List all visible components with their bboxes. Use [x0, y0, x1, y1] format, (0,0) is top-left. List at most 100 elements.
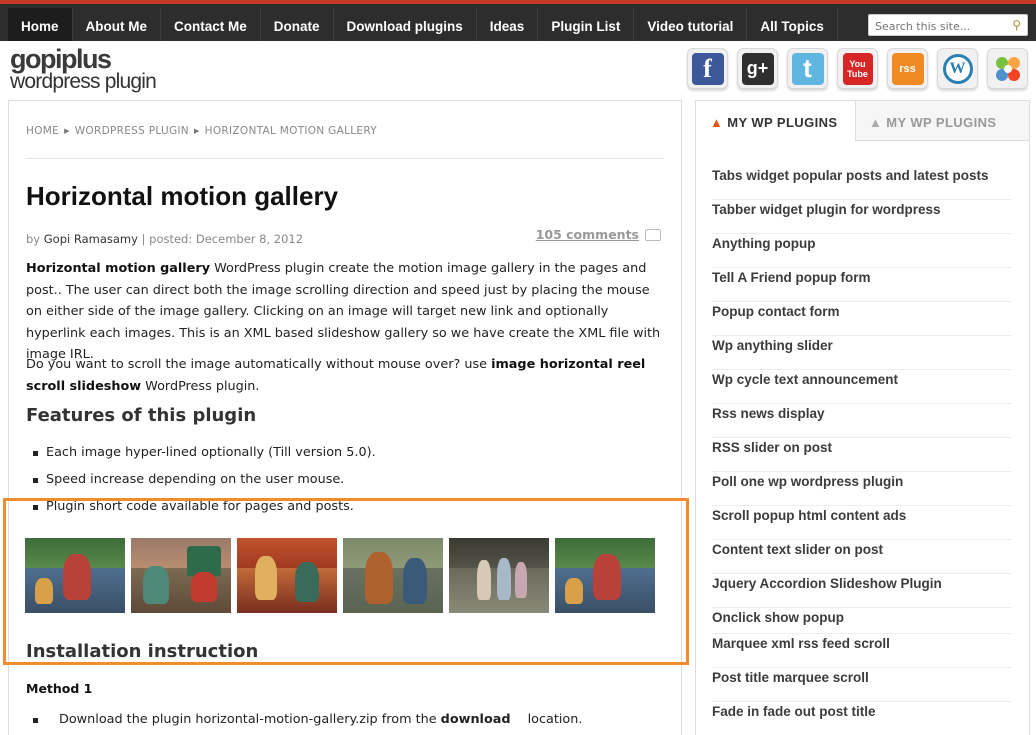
- tab-label: MY WP PLUGINS: [886, 115, 997, 130]
- p2-text-a: Do you want to scroll the image automati…: [26, 357, 492, 372]
- plugin-link[interactable]: Content text slider on post: [712, 540, 1012, 574]
- wordpress-icon[interactable]: W: [937, 48, 978, 89]
- download-link[interactable]: download: [441, 712, 511, 727]
- search-input[interactable]: [869, 16, 999, 37]
- youtube-glyph: You Tube: [842, 52, 873, 85]
- breadcrumb-wordpress-plugin[interactable]: WORDPRESS PLUGIN: [75, 125, 189, 137]
- nav-contact-me[interactable]: Contact Me: [161, 8, 261, 41]
- plugin-link[interactable]: Wp cycle text announcement: [712, 370, 1012, 404]
- step-text-a: Download the plugin horizontal-motion-ga…: [59, 712, 441, 727]
- twitter-glyph: t: [791, 52, 824, 85]
- plugin-link-label[interactable]: Tell A Friend popup form: [712, 270, 871, 285]
- joomla-glyph: [995, 56, 1020, 81]
- youtube-icon[interactable]: You Tube: [837, 48, 878, 89]
- divider: [26, 158, 664, 159]
- nav-ideas[interactable]: Ideas: [477, 8, 539, 41]
- intro-paragraph: Horizontal motion gallery WordPress plug…: [26, 258, 666, 366]
- plugin-link[interactable]: Fade in fade out post title: [712, 702, 1012, 735]
- plugin-link[interactable]: Jquery Accordion Slideshow Plugin: [712, 574, 1012, 608]
- plugin-link-label[interactable]: Scroll popup html content ads: [712, 508, 906, 523]
- search-box: ⚲: [868, 14, 1028, 37]
- plugin-link-label[interactable]: Wp cycle text announcement: [712, 372, 898, 387]
- page-title: Horizontal motion gallery: [26, 181, 339, 211]
- plugin-link-label[interactable]: Tabs widget popular posts and latest pos…: [712, 168, 989, 183]
- plugin-link[interactable]: Wp anything slider: [712, 336, 1012, 370]
- method-heading: Method 1: [26, 681, 93, 696]
- plugin-link-label[interactable]: Popup contact form: [712, 304, 840, 319]
- highlight-box: [3, 498, 689, 665]
- plugin-link[interactable]: Anything popup: [712, 234, 1012, 268]
- sidebar: ▲ MY WP PLUGINS ▲ MY WP PLUGINS Tabs widge…: [695, 100, 1030, 735]
- breadcrumb-arrow-icon: ▶: [193, 127, 200, 135]
- joomla-icon[interactable]: [987, 48, 1028, 89]
- features-heading: Features of this plugin: [26, 405, 257, 426]
- plugin-link-label[interactable]: Fade in fade out post title: [712, 704, 876, 719]
- plugin-link[interactable]: Tabber widget plugin for wordpress: [712, 200, 1012, 234]
- google-plus-icon[interactable]: g+: [737, 48, 778, 89]
- install-step: Download the plugin horizontal-motion-ga…: [33, 712, 582, 727]
- tab-my-wp-plugins[interactable]: ▲ MY WP PLUGINS: [856, 101, 1029, 141]
- site-logo[interactable]: gopiplus wordpress plugin: [10, 46, 180, 93]
- search-icon[interactable]: ⚲: [1012, 18, 1021, 32]
- plugin-link[interactable]: Scroll popup html content ads: [712, 506, 1012, 540]
- intro-bold: Horizontal motion gallery: [26, 261, 211, 276]
- plugin-link[interactable]: Tell A Friend popup form: [712, 268, 1012, 302]
- tab-label: MY WP PLUGINS: [727, 115, 838, 130]
- plugin-link-label[interactable]: RSS slider on post: [712, 440, 832, 455]
- nav-donate[interactable]: Donate: [261, 8, 334, 41]
- plugin-link[interactable]: Popup contact form: [712, 302, 1012, 336]
- plugin-link-label[interactable]: Anything popup: [712, 236, 815, 251]
- breadcrumb-home[interactable]: HOME: [26, 125, 59, 137]
- twitter-icon[interactable]: t: [787, 48, 828, 89]
- plugin-link[interactable]: Onclick show popup: [712, 608, 1012, 634]
- feature-item: Speed increase depending on the user mou…: [33, 472, 344, 487]
- logo-line-1: gopiplus: [10, 44, 112, 74]
- meta-by: by: [26, 232, 41, 246]
- feature-text: Speed increase depending on the user mou…: [46, 472, 345, 487]
- comments-link[interactable]: 105 comments: [536, 227, 661, 242]
- plugin-link-label[interactable]: Content text slider on post: [712, 542, 883, 557]
- step-text-b: location.: [523, 712, 583, 727]
- plugin-link-label[interactable]: Post title marquee scroll: [712, 670, 869, 685]
- rss-icon[interactable]: rss: [887, 48, 928, 89]
- wordpress-glyph: W: [942, 53, 973, 84]
- author-link[interactable]: Gopi Ramasamy: [44, 232, 138, 246]
- meta-posted: | posted: December 8, 2012: [141, 232, 304, 246]
- second-paragraph: Do you want to scroll the image automati…: [26, 354, 666, 397]
- feature-text: Each image hyper-lined optionally (Till …: [46, 445, 376, 460]
- facebook-icon[interactable]: f: [687, 48, 728, 89]
- plugin-link[interactable]: Rss news display: [712, 404, 1012, 438]
- plugin-link-label[interactable]: Tabber widget plugin for wordpress: [712, 202, 941, 217]
- comment-bubble-icon: [645, 229, 661, 241]
- plugin-link[interactable]: Post title marquee scroll: [712, 668, 1012, 702]
- intro-text: WordPress plugin create the motion image…: [26, 261, 661, 362]
- plugin-link-label[interactable]: Poll one wp wordpress plugin: [712, 474, 903, 489]
- plugin-link-label[interactable]: Rss news display: [712, 406, 825, 421]
- tab-my-wp-plugins-active[interactable]: ▲ MY WP PLUGINS: [696, 101, 856, 141]
- sidebar-tabs: ▲ MY WP PLUGINS ▲ MY WP PLUGINS: [696, 101, 1029, 141]
- plugin-link-label[interactable]: Jquery Accordion Slideshow Plugin: [712, 576, 942, 591]
- main-menu: Home About Me Contact Me Donate Download…: [8, 8, 838, 41]
- plugin-link[interactable]: Marquee xml rss feed scroll: [712, 634, 1012, 668]
- plugin-link[interactable]: Poll one wp wordpress plugin: [712, 472, 1012, 506]
- breadcrumb: HOME ▶ WORDPRESS PLUGIN ▶ HORIZONTAL MOTION …: [26, 125, 377, 137]
- nav-all-topics[interactable]: All Topics: [747, 8, 838, 41]
- nav-home[interactable]: Home: [8, 8, 73, 41]
- breadcrumb-current: HORIZONTAL MOTION GALLERY: [204, 125, 377, 137]
- social-icons: f g+ t You Tube rss W: [687, 48, 1028, 89]
- logo-line-2: wordpress plugin: [10, 70, 157, 93]
- nav-video-tutorial[interactable]: Video tutorial: [634, 8, 748, 41]
- facebook-glyph: f: [691, 52, 724, 85]
- post-meta: by Gopi Ramasamy | posted: December 8, 2…: [26, 232, 303, 246]
- flame-icon: ▲: [869, 115, 883, 130]
- comments-count[interactable]: 105 comments: [536, 227, 639, 242]
- plugin-link-label[interactable]: Wp anything slider: [712, 338, 833, 353]
- plugin-link[interactable]: Tabs widget popular posts and latest pos…: [712, 166, 1012, 200]
- p2-text-b: WordPress plugin.: [141, 378, 260, 394]
- plugin-link-label[interactable]: Onclick show popup: [712, 610, 844, 625]
- plugin-link-label[interactable]: Marquee xml rss feed scroll: [712, 636, 890, 651]
- plugin-link[interactable]: RSS slider on post: [712, 438, 1012, 472]
- nav-plugin-list[interactable]: Plugin List: [538, 8, 635, 41]
- nav-about-me[interactable]: About Me: [73, 8, 162, 41]
- nav-download-plugins[interactable]: Download plugins: [334, 8, 477, 41]
